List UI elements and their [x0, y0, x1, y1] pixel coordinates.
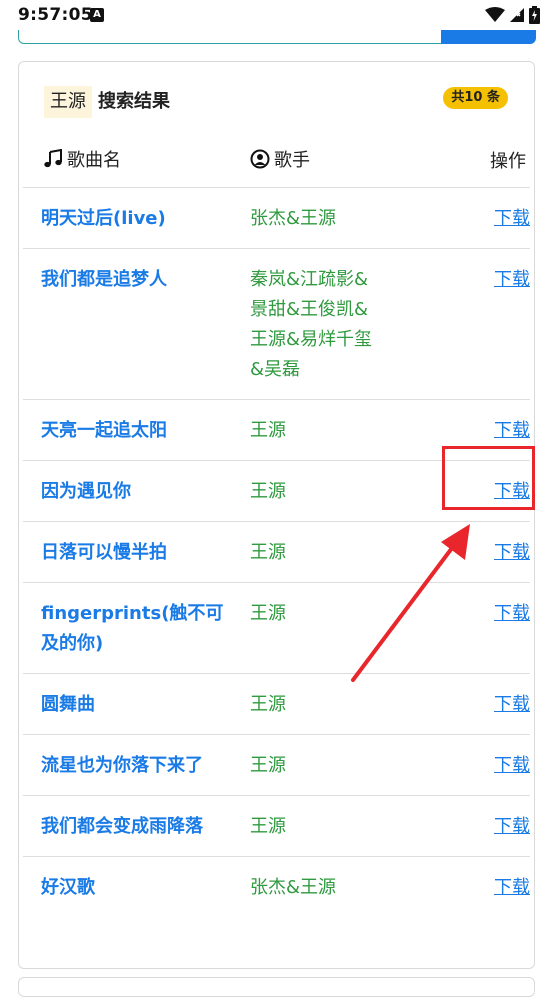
annotation-arrow-icon — [351, 524, 470, 682]
